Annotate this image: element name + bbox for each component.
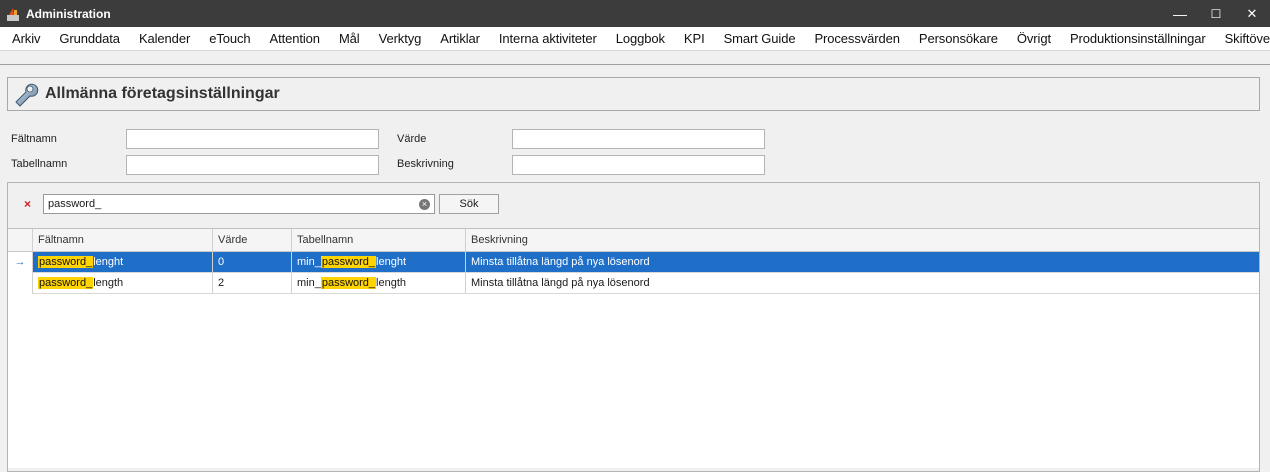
row-indicator bbox=[8, 273, 32, 294]
results-grid: Fältnamn Värde Tabellnamn Beskrivning → … bbox=[8, 228, 1259, 468]
faltnamn-label: Fältnamn bbox=[11, 133, 57, 145]
cell-faltnamn[interactable]: password_lenght bbox=[32, 252, 212, 273]
cell-faltnamn[interactable]: password_length bbox=[32, 273, 212, 294]
beskrivning-input[interactable] bbox=[512, 155, 765, 175]
column-header-faltnamn[interactable]: Fältnamn bbox=[32, 229, 212, 252]
menu-grunddata[interactable]: Grunddata bbox=[49, 31, 129, 46]
menu-verktyg[interactable]: Verktyg bbox=[369, 31, 431, 46]
maximize-button[interactable]: ☐ bbox=[1198, 0, 1234, 27]
window-title: Administration bbox=[26, 6, 111, 21]
app-icon bbox=[5, 6, 21, 22]
search-input-value: password_ bbox=[48, 198, 102, 210]
search-button[interactable]: Sök bbox=[439, 194, 499, 214]
menu-personsokare[interactable]: Personsökare bbox=[909, 31, 1007, 46]
cell-tabellnamn[interactable]: min_password_length bbox=[291, 273, 465, 294]
minimize-button[interactable]: — bbox=[1162, 0, 1198, 27]
cell-beskrivning[interactable]: Minsta tillåtna längd på nya lösenord bbox=[465, 252, 1259, 273]
row-indicator-arrow-icon: → bbox=[14, 256, 26, 268]
menu-processvarden[interactable]: Processvärden bbox=[804, 31, 908, 46]
faltnamn-input[interactable] bbox=[126, 129, 379, 149]
tabellnamn-label: Tabellnamn bbox=[11, 158, 68, 170]
varde-input[interactable] bbox=[512, 129, 765, 149]
menu-artiklar[interactable]: Artiklar bbox=[430, 31, 489, 46]
menu-skiftoverlamning[interactable]: Skiftöverlämning bbox=[1215, 31, 1270, 46]
menu-kpi[interactable]: KPI bbox=[674, 31, 714, 46]
table-row[interactable]: password_length 2 min_password_length Mi… bbox=[8, 273, 1259, 294]
search-input[interactable]: password_ × bbox=[43, 194, 435, 214]
clear-search-icon[interactable]: × bbox=[419, 199, 430, 210]
menu-arkiv[interactable]: Arkiv bbox=[0, 31, 49, 46]
menu-bar: Arkiv Grunddata Kalender eTouch Attentio… bbox=[0, 27, 1270, 51]
column-header-varde[interactable]: Värde bbox=[212, 229, 291, 252]
beskrivning-label: Beskrivning bbox=[397, 158, 454, 170]
varde-label: Värde bbox=[397, 133, 427, 145]
cell-varde[interactable]: 2 bbox=[212, 273, 291, 294]
menu-loggbok[interactable]: Loggbok bbox=[606, 31, 674, 46]
close-button[interactable]: ✕ bbox=[1234, 0, 1270, 27]
menu-etouch[interactable]: eTouch bbox=[199, 31, 259, 46]
grid-header: Fältnamn Värde Tabellnamn Beskrivning bbox=[8, 229, 1259, 252]
menu-ovrigt[interactable]: Övrigt bbox=[1007, 31, 1060, 46]
page-header: Allmänna företagsinställningar bbox=[7, 77, 1260, 111]
cell-beskrivning[interactable]: Minsta tillåtna längd på nya lösenord bbox=[465, 273, 1259, 294]
page-title: Allmänna företagsinställningar bbox=[45, 85, 280, 102]
column-header-beskrivning[interactable]: Beskrivning bbox=[465, 229, 1259, 252]
separator bbox=[0, 64, 1270, 65]
tabellnamn-input[interactable] bbox=[126, 155, 379, 175]
menu-produktionsinstallningar[interactable]: Produktionsinställningar bbox=[1060, 31, 1215, 46]
table-row[interactable]: → password_lenght 0 min_password_lenght … bbox=[8, 252, 1259, 273]
menu-attention[interactable]: Attention bbox=[260, 31, 329, 46]
cell-varde[interactable]: 0 bbox=[212, 252, 291, 273]
menu-interna-aktiviteter[interactable]: Interna aktiviteter bbox=[489, 31, 606, 46]
column-header-tabellnamn[interactable]: Tabellnamn bbox=[291, 229, 465, 252]
menu-kalender[interactable]: Kalender bbox=[129, 31, 199, 46]
cell-tabellnamn[interactable]: min_password_lenght bbox=[291, 252, 465, 273]
menu-mal[interactable]: Mål bbox=[329, 31, 369, 46]
clear-filter-icon[interactable]: × bbox=[24, 197, 31, 211]
wrench-icon bbox=[11, 80, 39, 108]
menu-smart-guide[interactable]: Smart Guide bbox=[714, 31, 805, 46]
title-bar: Administration — ☐ ✕ bbox=[0, 0, 1270, 27]
